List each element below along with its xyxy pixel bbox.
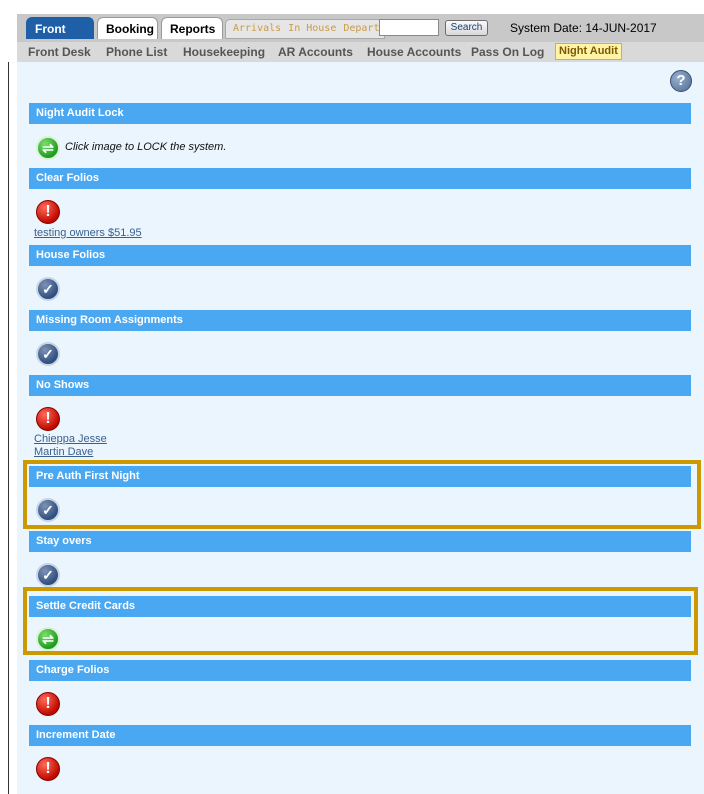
tab-reports[interactable]: Reports [161, 17, 223, 39]
no-show-link[interactable]: Martin Dave [34, 446, 93, 458]
subnav-ar-accounts[interactable]: AR Accounts [278, 45, 353, 59]
subnav-pass-on-log[interactable]: Pass On Log [471, 45, 544, 59]
search-button[interactable]: Search [445, 20, 488, 36]
search-input[interactable] [379, 19, 439, 36]
section-header-charge-folios: Charge Folios [29, 660, 691, 681]
section-header-house-folios: House Folios [29, 245, 691, 266]
lock-instruction: Click image to LOCK the system. [65, 141, 227, 153]
check-icon: ✓ [36, 342, 60, 366]
section-header-missing-room-assignments: Missing Room Assignments [29, 310, 691, 331]
help-icon[interactable]: ? [670, 70, 692, 92]
in-house-link[interactable]: In House [288, 23, 336, 34]
check-icon: ✓ [36, 277, 60, 301]
no-show-link[interactable]: Chieppa Jesse [34, 433, 107, 445]
check-icon: ✓ [36, 498, 60, 522]
section-header-night-audit-lock: Night Audit Lock [29, 103, 691, 124]
quick-links: Arrivals In House Departures [225, 19, 404, 39]
tab-booking[interactable]: Booking [97, 17, 158, 39]
tab-front-desk[interactable]: Front Desk [26, 17, 94, 58]
section-header-stay-overs: Stay overs [29, 531, 691, 552]
error-icon: ! [36, 407, 60, 431]
system-date: System Date: 14-JUN-2017 [510, 21, 657, 35]
check-icon: ✓ [36, 563, 60, 587]
subnav-front-desk[interactable]: Front Desk [28, 45, 91, 59]
arrivals-link[interactable]: Arrivals [233, 23, 281, 34]
error-icon: ! [36, 692, 60, 716]
subnav-house-accounts[interactable]: House Accounts [367, 45, 461, 59]
error-icon: ! [36, 200, 60, 224]
clear-folio-link[interactable]: testing owners $51.95 [34, 227, 142, 239]
subnav-phone-list[interactable]: Phone List [106, 45, 167, 59]
lock-system-icon[interactable]: ⇌ [36, 136, 60, 160]
section-header-increment-date: Increment Date [29, 725, 691, 746]
front-desk-subnav: Front Desk Phone List Housekeeping AR Ac… [17, 42, 704, 62]
settle-credit-cards-icon[interactable]: ⇌ [36, 627, 60, 651]
left-border [8, 62, 9, 794]
main-menu-bar: Front Desk Booking Reports Arrivals In Ho… [17, 14, 704, 58]
section-header-no-shows: No Shows [29, 375, 691, 396]
subnav-night-audit[interactable]: Night Audit [555, 43, 622, 60]
error-icon: ! [36, 757, 60, 781]
section-header-settle-credit-cards: Settle Credit Cards [29, 596, 691, 617]
section-header-clear-folios: Clear Folios [29, 168, 691, 189]
subnav-housekeeping[interactable]: Housekeeping [183, 45, 265, 59]
section-header-pre-auth-first-night: Pre Auth First Night [29, 466, 691, 487]
